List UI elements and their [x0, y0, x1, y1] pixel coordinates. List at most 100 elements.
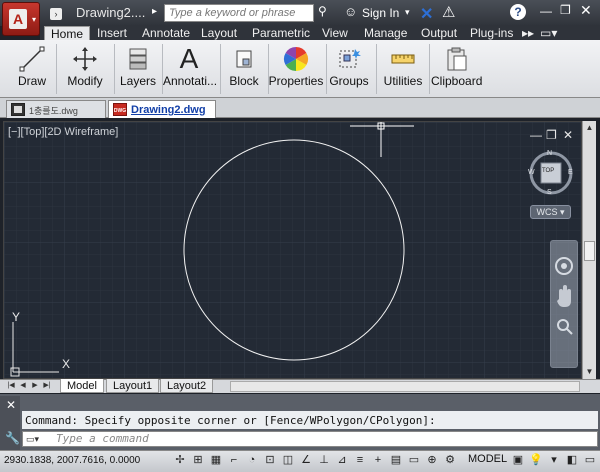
modify-label: Modify [67, 74, 103, 88]
scroll-down-icon[interactable]: ▼ [583, 365, 596, 379]
osnap-icon[interactable]: ⊡ [262, 452, 278, 468]
file-tab-2[interactable]: DWG Drawing2.dwg [108, 100, 216, 118]
quick-properties-icon[interactable]: ▤ [388, 452, 404, 468]
compass-west: W [528, 169, 535, 176]
ribbon-divider [429, 44, 430, 94]
title-expand-icon[interactable]: ▸ [152, 6, 157, 17]
tab-home[interactable]: Home [44, 26, 91, 41]
annotation-monitor-icon[interactable]: ⊕ [424, 452, 440, 468]
groups-panel-button[interactable]: Groups [328, 44, 370, 96]
annotation-panel-button[interactable]: A Annotati... [163, 43, 218, 96]
workspace-icon[interactable]: ⚙ [442, 452, 458, 468]
drawing-viewport[interactable] [3, 121, 582, 379]
lightbulb-icon[interactable]: 💡 [528, 452, 544, 468]
wrench-icon[interactable]: 🔧 [5, 431, 20, 445]
grid-icon[interactable]: ▦ [208, 452, 224, 468]
block-label: Block [229, 74, 259, 88]
compass-north: N [547, 150, 553, 157]
close-icon[interactable]: ✕ [580, 2, 592, 19]
layers-panel-button[interactable]: Layers [117, 44, 159, 96]
zoom-icon [557, 319, 569, 331]
layers-icon [117, 44, 159, 74]
viewport-restore-icon[interactable]: ❐ [546, 128, 557, 142]
command-history: Command: Specify opposite corner or [Fen… [22, 411, 598, 429]
vertical-scrollbar[interactable]: ▲ ▼ [582, 121, 596, 379]
application-menu-button[interactable]: A ▾ [2, 2, 40, 36]
tab-annotate[interactable]: Annotate [142, 26, 190, 40]
help-icon[interactable]: ? [510, 4, 526, 20]
tab-plugins[interactable]: Plug-ins [470, 26, 513, 40]
ducs-icon[interactable]: ⊥ [316, 452, 332, 468]
horizontal-scrollbar[interactable] [230, 381, 580, 392]
prev-layout-icon[interactable]: ◀ [18, 380, 28, 392]
x-exchange-icon[interactable]: ✕ [420, 4, 433, 24]
pan-hand-icon [557, 285, 571, 307]
viewport-minimize-icon[interactable]: — [530, 128, 542, 142]
layout-preview-icon[interactable]: ▣ [510, 452, 526, 468]
minimize-icon[interactable]: — [540, 4, 552, 18]
search-input[interactable]: Type a keyword or phrase [164, 4, 314, 22]
next-layout-icon[interactable]: ▶ [30, 380, 40, 392]
tab-output[interactable]: Output [421, 26, 457, 40]
selection-cycling-icon[interactable]: ▭ [406, 452, 422, 468]
model-space-toggle[interactable]: MODEL [468, 453, 507, 465]
tab-layout2[interactable]: Layout2 [160, 379, 214, 393]
3d-osnap-icon[interactable]: ◫ [280, 452, 296, 468]
tab-layout[interactable]: Layout [201, 26, 237, 40]
sign-in-link[interactable]: Sign In [362, 6, 399, 20]
modify-panel-button[interactable]: Modify [60, 44, 110, 96]
clipboard-icon [431, 44, 481, 74]
chevron-down-icon[interactable]: ▾ [405, 7, 410, 18]
dynamic-input-icon[interactable]: ⊿ [334, 452, 350, 468]
compass-east: E [568, 169, 573, 176]
first-layout-icon[interactable]: |◀ [6, 380, 16, 392]
ortho-icon[interactable]: ⌐ [226, 452, 242, 468]
isolate-objects-icon[interactable]: ◧ [564, 452, 580, 468]
navigation-bar [550, 240, 578, 368]
quick-access-arrow-icon[interactable]: › [50, 8, 62, 20]
tab-view[interactable]: View [322, 26, 348, 40]
draw-label: Draw [17, 74, 46, 88]
scroll-thumb[interactable] [584, 241, 595, 261]
properties-panel-button[interactable]: Properties [268, 44, 324, 96]
tab-layout1[interactable]: Layout1 [106, 379, 160, 393]
scroll-up-icon[interactable]: ▲ [583, 121, 596, 135]
document-title: Drawing2.... [76, 5, 146, 20]
object-tracking-icon[interactable]: ∠ [298, 452, 314, 468]
block-icon [224, 44, 264, 74]
tab-manage[interactable]: Manage [364, 26, 407, 40]
utilities-panel-button[interactable]: Utilities [380, 44, 426, 96]
binoculars-icon[interactable]: ⚲ [318, 4, 334, 22]
viewport-controls-label[interactable]: [−][Top][2D Wireframe] [8, 126, 118, 138]
ribbon-minimize-icon[interactable]: ▭▾ [540, 26, 557, 40]
autodesk-exchange-icon[interactable]: ⚠ [442, 3, 455, 21]
draw-panel-button[interactable]: Draw [10, 44, 54, 96]
clipboard-panel-button[interactable]: Clipboard [431, 44, 482, 96]
transparency-icon[interactable]: + [370, 452, 386, 468]
lock-icon[interactable]: ▾ [546, 452, 562, 468]
lineweight-icon[interactable]: ≡ [352, 452, 368, 468]
file-tab-1[interactable]: 1충를도.dwg [6, 100, 106, 118]
coordinates-readout[interactable]: 2930.1838, 2007.7616, 0.0000 [4, 455, 140, 466]
snap-icon[interactable]: ⊞ [190, 452, 206, 468]
maximize-icon[interactable]: ❐ [560, 3, 571, 17]
viewport-close-icon[interactable]: ✕ [563, 128, 573, 142]
autocad-logo-icon: A [9, 9, 27, 29]
clean-screen-icon[interactable]: ▭ [582, 452, 598, 468]
more-tabs-icon[interactable]: ▸▸ [522, 26, 534, 40]
groups-icon [328, 44, 370, 74]
last-layout-icon[interactable]: ▶| [42, 380, 52, 392]
command-prompt-icon[interactable]: ▭▾ [26, 434, 42, 445]
close-icon[interactable]: ✕ [6, 398, 16, 412]
tab-insert[interactable]: Insert [97, 26, 127, 40]
viewcube-top-face[interactable]: TOP [542, 168, 554, 174]
annotation-label: Annotati... [163, 74, 218, 88]
block-panel-button[interactable]: Block [224, 44, 264, 96]
file-tab-label: Drawing2.dwg [131, 104, 206, 116]
wcs-menu[interactable]: WCS ▾ [530, 205, 571, 219]
command-input[interactable]: Type a command [56, 432, 149, 445]
polar-icon[interactable]: ◔ [244, 452, 260, 468]
infer-constraints-icon[interactable]: ✢ [172, 452, 188, 468]
tab-model[interactable]: Model [60, 379, 104, 393]
tab-parametric[interactable]: Parametric [252, 26, 310, 40]
